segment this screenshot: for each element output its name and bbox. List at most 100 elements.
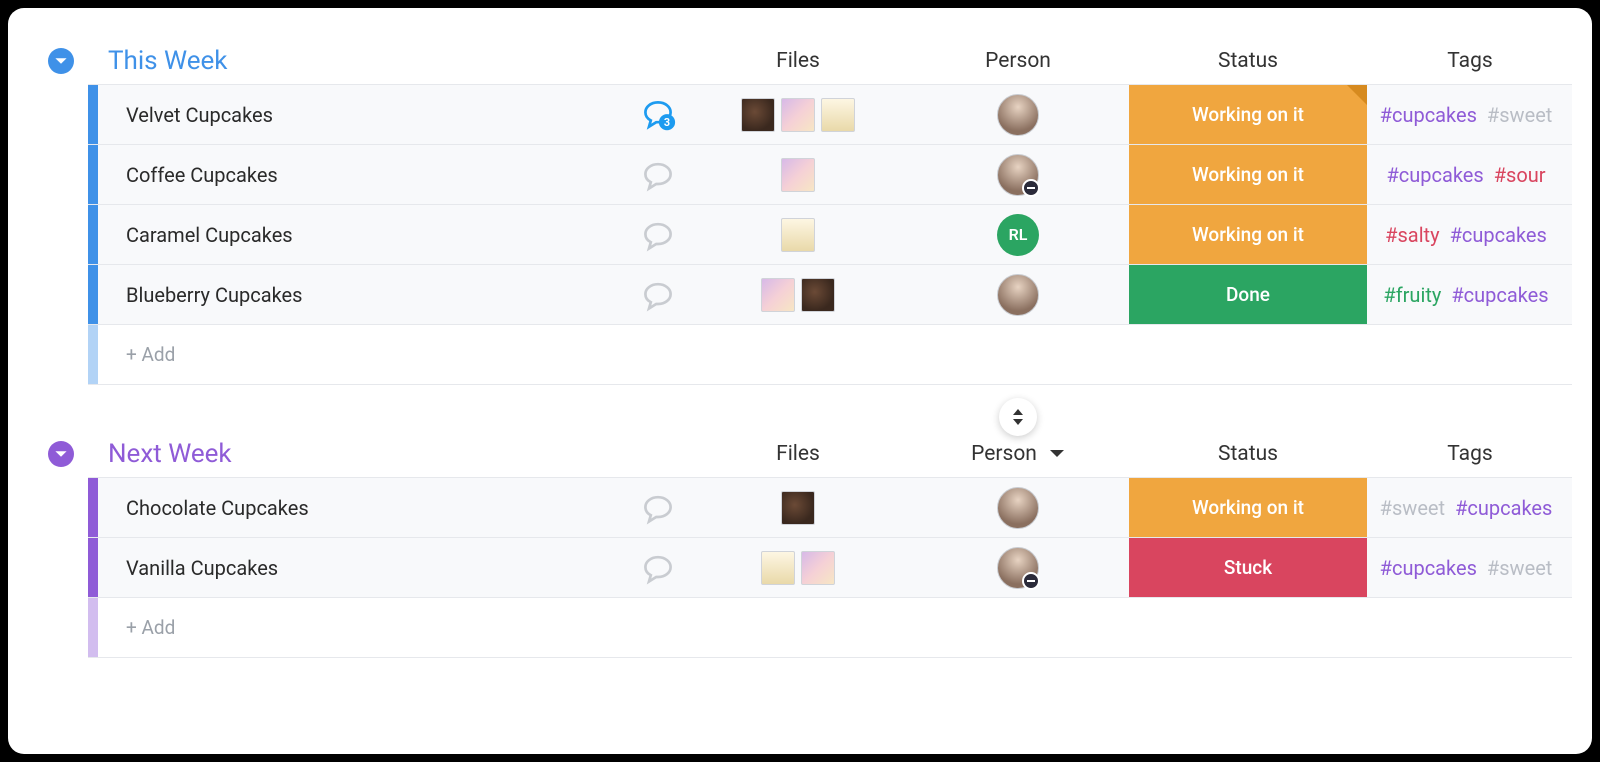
- table-row[interactable]: Velvet Cupcakes 3 Working on it #cupcake…: [88, 85, 1572, 145]
- tag[interactable]: #cupcakes: [1451, 283, 1548, 307]
- person-cell[interactable]: [908, 487, 1128, 529]
- add-row[interactable]: + Add: [88, 325, 1572, 385]
- status-cell[interactable]: Working on it: [1129, 85, 1367, 144]
- column-header-status[interactable]: Status: [1128, 49, 1368, 73]
- status-cell[interactable]: Working on it: [1129, 478, 1367, 537]
- dnd-badge-icon: [1022, 179, 1040, 197]
- chevron-down-icon: [54, 447, 68, 461]
- chat-button[interactable]: 3: [628, 97, 688, 133]
- chat-button[interactable]: [628, 490, 688, 526]
- collapse-toggle[interactable]: [48, 48, 74, 74]
- tags-cell[interactable]: #fruity #cupcakes: [1368, 283, 1572, 307]
- file-thumbnail[interactable]: [781, 218, 815, 252]
- table-row[interactable]: Caramel Cupcakes RL Working on it #salty…: [88, 205, 1572, 265]
- chevron-down-icon: [54, 54, 68, 68]
- collapse-toggle[interactable]: [48, 441, 74, 467]
- group-header: This Week Files Person Status Tags: [48, 38, 1572, 84]
- chat-icon: [640, 157, 676, 193]
- column-header-status[interactable]: Status: [1128, 442, 1368, 466]
- chat-button[interactable]: [628, 550, 688, 586]
- file-thumbnail[interactable]: [781, 491, 815, 525]
- person-cell[interactable]: [908, 547, 1128, 589]
- avatar[interactable]: [997, 94, 1039, 136]
- column-header-files[interactable]: Files: [688, 49, 908, 73]
- group-header: Next Week Files Person Status Tags: [48, 431, 1572, 477]
- group-this-week: This Week Files Person Status Tags Velve…: [48, 38, 1572, 385]
- item-name[interactable]: Velvet Cupcakes: [98, 103, 628, 127]
- avatar[interactable]: [997, 274, 1039, 316]
- tag[interactable]: #cupcakes: [1380, 103, 1477, 127]
- person-cell[interactable]: [908, 94, 1128, 136]
- tag[interactable]: #sour: [1494, 163, 1546, 187]
- chevron-down-icon[interactable]: [1049, 449, 1065, 459]
- column-header-tags[interactable]: Tags: [1368, 442, 1572, 466]
- row-accent: [88, 598, 98, 657]
- file-thumbnail[interactable]: [761, 278, 795, 312]
- files-cell[interactable]: [688, 218, 908, 252]
- chat-button[interactable]: [628, 157, 688, 193]
- item-name[interactable]: Coffee Cupcakes: [98, 163, 628, 187]
- avatar[interactable]: [997, 487, 1039, 529]
- column-header-files[interactable]: Files: [688, 442, 908, 466]
- table-row[interactable]: Coffee Cupcakes Working on it #cupcakes#…: [88, 145, 1572, 205]
- avatar[interactable]: [997, 154, 1039, 196]
- item-name[interactable]: Chocolate Cupcakes: [98, 496, 628, 520]
- table-row[interactable]: Vanilla Cupcakes Stuck #cupcakes #sweet: [88, 538, 1572, 598]
- chat-icon: [640, 550, 676, 586]
- avatar[interactable]: [997, 547, 1039, 589]
- tag[interactable]: #sweet: [1487, 103, 1552, 127]
- file-thumbnail[interactable]: [761, 551, 795, 585]
- tags-cell[interactable]: #sweet #cupcakes: [1368, 496, 1572, 520]
- avatar[interactable]: RL: [997, 214, 1039, 256]
- file-thumbnail[interactable]: [821, 98, 855, 132]
- item-name[interactable]: Caramel Cupcakes: [98, 223, 628, 247]
- files-cell[interactable]: [688, 491, 908, 525]
- item-name[interactable]: Vanilla Cupcakes: [98, 556, 628, 580]
- group-title[interactable]: This Week: [108, 46, 688, 76]
- row-accent: [88, 478, 98, 537]
- chat-button[interactable]: [628, 277, 688, 313]
- column-header-tags[interactable]: Tags: [1368, 49, 1572, 73]
- files-cell[interactable]: [688, 551, 908, 585]
- add-row-label[interactable]: + Add: [98, 616, 1572, 639]
- tag[interactable]: #salty: [1385, 223, 1439, 247]
- tag[interactable]: #cupcakes: [1386, 163, 1483, 187]
- person-cell[interactable]: [908, 274, 1128, 316]
- tag[interactable]: #cupcakes: [1455, 496, 1552, 520]
- person-cell[interactable]: [908, 154, 1128, 196]
- status-cell[interactable]: Working on it: [1129, 205, 1367, 264]
- tag[interactable]: #cupcakes: [1380, 556, 1477, 580]
- file-thumbnail[interactable]: [781, 98, 815, 132]
- tags-cell[interactable]: #cupcakes #sweet: [1368, 556, 1572, 580]
- status-cell[interactable]: Stuck: [1129, 538, 1367, 597]
- files-cell[interactable]: [688, 98, 908, 132]
- sort-button[interactable]: [999, 398, 1037, 436]
- file-thumbnail[interactable]: [801, 278, 835, 312]
- file-thumbnail[interactable]: [781, 158, 815, 192]
- item-name[interactable]: Blueberry Cupcakes: [98, 283, 628, 307]
- tags-cell[interactable]: #cupcakes #sweet: [1368, 103, 1572, 127]
- table-row[interactable]: Chocolate Cupcakes Working on it #sweet#…: [88, 478, 1572, 538]
- status-cell[interactable]: Working on it: [1129, 145, 1367, 204]
- person-cell[interactable]: RL: [908, 214, 1128, 256]
- column-header-person[interactable]: Person: [908, 49, 1128, 73]
- group-title[interactable]: Next Week: [108, 439, 688, 469]
- files-cell[interactable]: [688, 278, 908, 312]
- file-thumbnail[interactable]: [801, 551, 835, 585]
- tag[interactable]: #sweet: [1487, 556, 1552, 580]
- add-row[interactable]: + Add: [88, 598, 1572, 658]
- file-thumbnail[interactable]: [741, 98, 775, 132]
- tag[interactable]: #cupcakes: [1450, 223, 1547, 247]
- column-header-person[interactable]: Person: [908, 442, 1128, 466]
- tag[interactable]: #fruity: [1383, 283, 1441, 307]
- chat-button[interactable]: [628, 217, 688, 253]
- tags-cell[interactable]: #salty #cupcakes: [1368, 223, 1572, 247]
- tag[interactable]: #sweet: [1380, 496, 1445, 520]
- table-row[interactable]: Blueberry Cupcakes Done #fruity #cupcakes: [88, 265, 1572, 325]
- tags-cell[interactable]: #cupcakes #sour: [1368, 163, 1572, 187]
- group-rows: Chocolate Cupcakes Working on it #sweet#…: [88, 477, 1572, 658]
- chat-icon: [640, 277, 676, 313]
- add-row-label[interactable]: + Add: [98, 343, 1572, 366]
- status-cell[interactable]: Done: [1129, 265, 1367, 324]
- files-cell[interactable]: [688, 158, 908, 192]
